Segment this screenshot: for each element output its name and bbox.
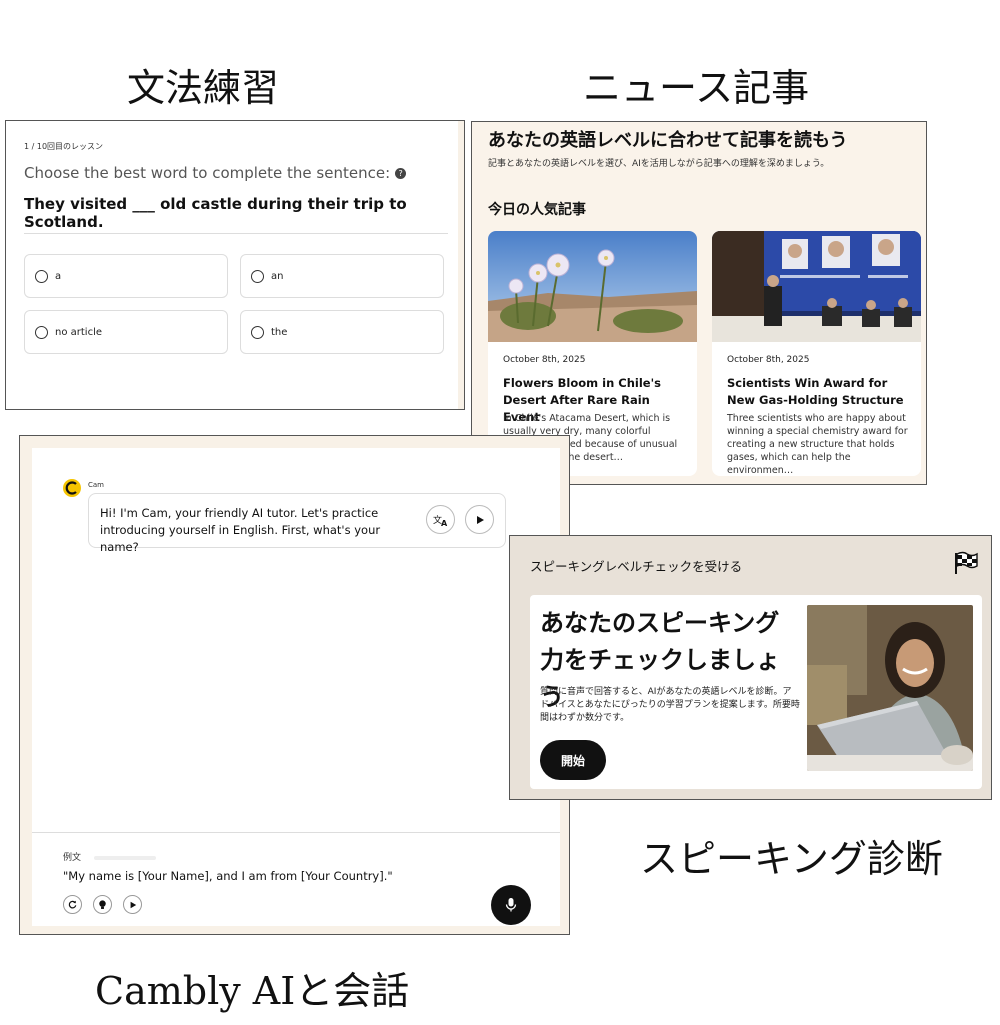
play-example-button[interactable] bbox=[123, 895, 142, 914]
hint-bulb-icon bbox=[99, 899, 106, 909]
news-title: あなたの英語レベルに合わせて記事を読もう bbox=[488, 130, 848, 151]
translate-icon: 文 A bbox=[433, 514, 448, 527]
chat-card: Cam Hi! I'm Cam, your friendly AI tutor.… bbox=[32, 448, 560, 926]
play-icon bbox=[476, 515, 484, 524]
replay-button[interactable] bbox=[63, 895, 82, 914]
answer-option-an[interactable]: an bbox=[240, 254, 444, 298]
article-image-desert-flowers[interactable] bbox=[488, 231, 697, 342]
divider bbox=[24, 233, 448, 234]
radio-icon[interactable] bbox=[35, 269, 48, 283]
cam-avatar-icon bbox=[63, 479, 81, 497]
speaking-card: あなたのスピーキング力をチェックしましょう 質問に音声で回答すると、AIがあなた… bbox=[530, 595, 982, 789]
woman-laptop-image bbox=[807, 605, 973, 771]
replay-icon bbox=[68, 900, 77, 909]
example-label: 例文 bbox=[63, 853, 82, 863]
question-sentence: They visited ___ old castle during their… bbox=[24, 195, 407, 231]
tutor-message-bubble: Hi! I'm Cam, your friendly AI tutor. Let… bbox=[88, 493, 506, 554]
question-prompt-text: Choose the best word to complete the sen… bbox=[24, 164, 391, 182]
popular-section-title: 今日の人気記事 bbox=[488, 202, 586, 218]
checkered-flag-icon bbox=[955, 551, 978, 574]
caption-news: ニュース記事 bbox=[583, 66, 810, 110]
example-sentence: "My name is [Your Name], and I am from [… bbox=[63, 869, 393, 883]
radio-icon[interactable] bbox=[35, 325, 48, 339]
caption-grammar: 文法練習 bbox=[127, 66, 280, 110]
article-description: Three scientists who are happy about win… bbox=[727, 413, 908, 476]
grammar-panel: 1 / 10回目のレッスン Choose the best word to co… bbox=[5, 120, 465, 410]
answer-option-label: the bbox=[271, 326, 288, 338]
caption-chat: Cambly AIと会話 bbox=[95, 969, 410, 1013]
help-circle-icon[interactable]: ? bbox=[395, 168, 407, 179]
tutor-message: Hi! I'm Cam, your friendly AI tutor. Let… bbox=[100, 506, 381, 554]
question-prompt: Choose the best word to complete the sen… bbox=[24, 164, 407, 182]
play-audio-button[interactable] bbox=[465, 505, 494, 534]
answer-option-label: no article bbox=[55, 326, 103, 338]
article-headline[interactable]: Scientists Win Award for New Gas-Holding… bbox=[727, 375, 907, 409]
grammar-card: 1 / 10回目のレッスン Choose the best word to co… bbox=[6, 121, 458, 409]
speaking-photo bbox=[807, 605, 973, 771]
answer-option-label: a bbox=[55, 270, 62, 282]
play-icon bbox=[130, 901, 136, 908]
caption-speaking: スピーキング診断 bbox=[640, 837, 943, 881]
award-ceremony-image bbox=[712, 231, 921, 342]
article-date: October 8th, 2025 bbox=[503, 355, 586, 365]
answer-option-the[interactable]: the bbox=[240, 310, 444, 354]
article-card[interactable]: October 8th, 2025 Scientists Win Award f… bbox=[712, 231, 921, 476]
cambly-chat-panel: Cam Hi! I'm Cam, your friendly AI tutor.… bbox=[19, 435, 570, 935]
lesson-progress: 1 / 10回目のレッスン bbox=[24, 142, 104, 151]
microphone-button[interactable] bbox=[491, 885, 531, 925]
radio-icon[interactable] bbox=[251, 269, 264, 283]
answer-option-a[interactable]: a bbox=[24, 254, 228, 298]
speaking-check-panel: スピーキングレベルチェックを受ける あなたのスピーキング力をチェックしましょう … bbox=[509, 535, 992, 800]
microphone-icon bbox=[505, 898, 517, 912]
answer-option-label: an bbox=[271, 270, 284, 282]
desert-flowers-image bbox=[488, 231, 697, 342]
speaking-header: スピーキングレベルチェックを受ける bbox=[530, 559, 743, 574]
article-date: October 8th, 2025 bbox=[727, 355, 810, 365]
news-panel: あなたの英語レベルに合わせて記事を読もう 記事とあなたの英語レベルを選び、AIを… bbox=[471, 121, 927, 485]
hint-button[interactable] bbox=[93, 895, 112, 914]
translate-button[interactable]: 文 A bbox=[426, 505, 455, 534]
radio-icon[interactable] bbox=[251, 325, 264, 339]
start-button[interactable]: 開始 bbox=[540, 740, 606, 780]
article-image-award-ceremony[interactable] bbox=[712, 231, 921, 342]
divider bbox=[32, 832, 560, 833]
answer-option-no-article[interactable]: no article bbox=[24, 310, 228, 354]
news-subtitle: 記事とあなたの英語レベルを選び、AIを活用しながら記事への理解を深めましょう。 bbox=[488, 159, 830, 169]
example-progress-bar bbox=[94, 856, 156, 860]
speaking-description: 質問に音声で回答すると、AIがあなたの英語レベルを診断。アドバイスとあなたにぴっ… bbox=[540, 687, 800, 723]
svg-text:A: A bbox=[441, 519, 448, 527]
tutor-name: Cam bbox=[88, 481, 104, 489]
